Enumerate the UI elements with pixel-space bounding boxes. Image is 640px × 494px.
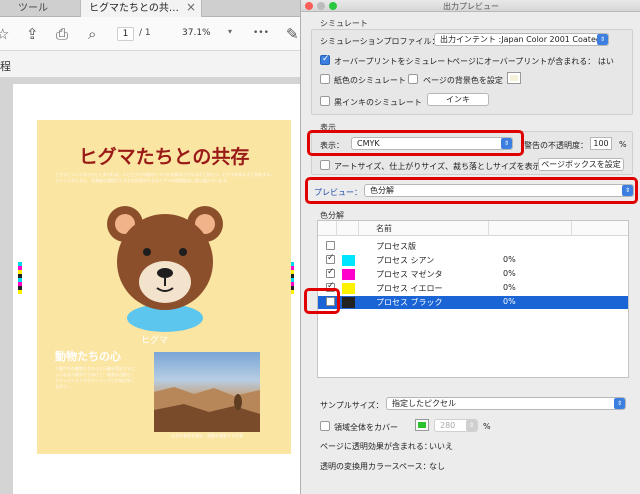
pen-icon[interactable]: ✎ bbox=[286, 25, 299, 43]
poster-intro-text: ヒグマについて学んでとくあげれば、人とヒグマの間のトラブルを解決させるはずとおも… bbox=[55, 172, 275, 183]
zoom-dropdown-icon[interactable]: ▾ bbox=[228, 27, 232, 36]
acrobat-tab-bar: ツール ヒグマたちとの共… × bbox=[0, 0, 300, 17]
ink-button[interactable]: インキ bbox=[427, 93, 489, 106]
sample-size-value: 指定したピクセル bbox=[392, 399, 456, 408]
zoom-search-icon[interactable]: ⌕ bbox=[88, 25, 96, 43]
simulate-group-title: シミュレート bbox=[320, 19, 368, 28]
page-background-label: ページの背景色を設定 bbox=[423, 76, 503, 85]
page-background-color-well[interactable] bbox=[507, 72, 521, 84]
paper-color-checkbox[interactable] bbox=[320, 74, 330, 84]
black-ink-label: 黒インキのシミュレート bbox=[334, 98, 422, 107]
acrobat-secondary-bar: 程 bbox=[0, 51, 300, 78]
separation-percent: 0% bbox=[503, 269, 516, 278]
more-options-icon[interactable]: ••• bbox=[253, 28, 269, 38]
select-arrows-icon: ⇕ bbox=[466, 420, 477, 431]
separation-row[interactable]: プロセス ブラック 0% bbox=[318, 296, 628, 309]
tab-document[interactable]: ヒグマたちとの共… bbox=[80, 0, 202, 17]
black-ink-checkbox[interactable] bbox=[320, 96, 330, 106]
separation-row[interactable]: プロセス イエロー 0% bbox=[318, 281, 628, 295]
transparency-label: ページに透明効果が含まれる： bbox=[320, 442, 432, 451]
preview-highlight-box bbox=[305, 177, 638, 204]
separation-name: プロセス シアン bbox=[376, 256, 435, 265]
separation-color-swatch bbox=[342, 297, 355, 308]
overprint-info: ページにオーバープリントが含まれる： はい bbox=[452, 57, 614, 66]
coverage-color-well[interactable] bbox=[415, 419, 429, 431]
dialog-titlebar: 出力プレビュー bbox=[301, 0, 640, 12]
secondary-bar-label: 程 bbox=[0, 60, 11, 73]
separation-row[interactable]: プロセス マゼンタ 0% bbox=[318, 267, 628, 281]
total-area-coverage-label: 領域全体をカバー bbox=[334, 423, 398, 432]
bear-illustration bbox=[107, 206, 223, 332]
bear-label: ヒグマ bbox=[141, 336, 169, 346]
separations-table-header: 名前 bbox=[318, 221, 628, 236]
dialog-title: 出力プレビュー bbox=[443, 2, 499, 11]
coverage-unit: % bbox=[483, 422, 491, 431]
blend-space-label: 透明の変換用カラースペース： bbox=[320, 462, 431, 471]
separation-row[interactable]: プロセス版 bbox=[318, 240, 628, 253]
poster-body-text: 人間が今の動物たちの心と行動を保全するとしいまま人間がとりあげて、地道な活動と、… bbox=[55, 366, 135, 389]
separation-visibility-checkbox[interactable] bbox=[326, 241, 335, 250]
photo-caption: 左右の参話を使わ、連載を撮影する写真 bbox=[171, 433, 243, 438]
separation-color-swatch bbox=[342, 283, 355, 294]
print-icon[interactable]: ⎙ bbox=[56, 25, 68, 43]
black-checkbox-highlight-box bbox=[304, 288, 340, 314]
page-background-checkbox[interactable] bbox=[408, 74, 418, 84]
transparency-value: いいえ bbox=[429, 442, 453, 451]
simulation-profile-value: 出力インテント :Japan Color 2001 Coated bbox=[440, 35, 601, 44]
show-boxes-label: アートサイズ、仕上がりサイズ、裁ち落としサイズを表示 bbox=[334, 162, 541, 171]
separation-name: プロセス イエロー bbox=[376, 284, 443, 293]
upload-cloud-icon[interactable]: ⇪ bbox=[26, 25, 39, 43]
poster: ヒグマたちとの共存 ヒグマについて学んでとくあげれば、人とヒグマの間のトラブルを… bbox=[37, 120, 291, 454]
poster-title: ヒグマたちとの共存 bbox=[78, 146, 250, 168]
simulation-profile-label: シミュレーションプロファイル： bbox=[320, 37, 440, 46]
warning-opacity-label: 警告の不透明度： bbox=[524, 141, 588, 150]
registration-marks-left bbox=[18, 262, 22, 294]
separation-percent: 0% bbox=[503, 255, 516, 264]
show-boxes-checkbox[interactable] bbox=[320, 160, 330, 170]
output-preview-dialog: 出力プレビュー シミュレート シミュレーションプロファイル： 出力インテント :… bbox=[300, 0, 640, 494]
simulate-overprint-label: オーバープリントをシミュレート bbox=[334, 57, 454, 66]
warning-opacity-input[interactable]: 100 bbox=[590, 137, 612, 150]
tab-close-icon[interactable]: × bbox=[186, 0, 196, 14]
simulate-overprint-checkbox[interactable] bbox=[320, 54, 330, 65]
total-area-coverage-checkbox[interactable] bbox=[320, 421, 330, 431]
page-total: / 1 bbox=[139, 28, 151, 38]
simulation-profile-select[interactable]: 出力インテント :Japan Color 2001 Coated ⇕ bbox=[434, 33, 609, 46]
separation-name: プロセス版 bbox=[376, 242, 416, 251]
separation-percent: 0% bbox=[503, 283, 516, 292]
separations-table: 名前 プロセス版プロセス シアン 0% プロセス マゼンタ 0% プロセス イエロー 0%… bbox=[317, 220, 629, 378]
separation-visibility-checkbox[interactable] bbox=[326, 267, 335, 278]
canyon-photo bbox=[154, 352, 260, 432]
coverage-value-select[interactable]: 280 ⇕ bbox=[434, 419, 478, 432]
separation-visibility-checkbox[interactable] bbox=[326, 253, 335, 264]
sample-size-label: サンプルサイズ： bbox=[320, 401, 384, 410]
tab-tools[interactable]: ツール bbox=[18, 0, 48, 17]
page-box-button[interactable]: ページボックスを設定 bbox=[538, 158, 624, 171]
separation-color-swatch bbox=[342, 269, 355, 280]
separation-name: プロセス ブラック bbox=[376, 298, 443, 307]
separation-row[interactable]: プロセス シアン 0% bbox=[318, 253, 628, 267]
select-arrows-icon: ⇕ bbox=[614, 398, 625, 409]
paper-color-label: 紙色のシミュレート bbox=[334, 76, 406, 85]
poster-section-heading: 動物たちの心 bbox=[55, 350, 121, 363]
warning-opacity-unit: % bbox=[619, 140, 627, 149]
page-number-input[interactable]: 1 bbox=[117, 27, 134, 41]
separation-color-swatch bbox=[342, 255, 355, 266]
zoom-value[interactable]: 37.1% bbox=[182, 28, 211, 38]
coverage-value: 280 bbox=[440, 421, 456, 430]
acrobat-toolbar: ☆ ⇪ ⎙ ⌕ 1 / 1 37.1% ▾ ••• ✎ bbox=[0, 17, 300, 51]
select-arrows-icon: ⇕ bbox=[597, 34, 608, 45]
display-highlight-box bbox=[307, 130, 524, 156]
star-icon[interactable]: ☆ bbox=[0, 25, 9, 43]
separation-name: プロセス マゼンタ bbox=[376, 270, 443, 279]
column-name-header[interactable]: 名前 bbox=[376, 223, 392, 234]
sample-size-select[interactable]: 指定したピクセル ⇕ bbox=[386, 397, 626, 410]
separation-percent: 0% bbox=[503, 297, 516, 306]
blend-space-value: なし bbox=[429, 462, 445, 471]
